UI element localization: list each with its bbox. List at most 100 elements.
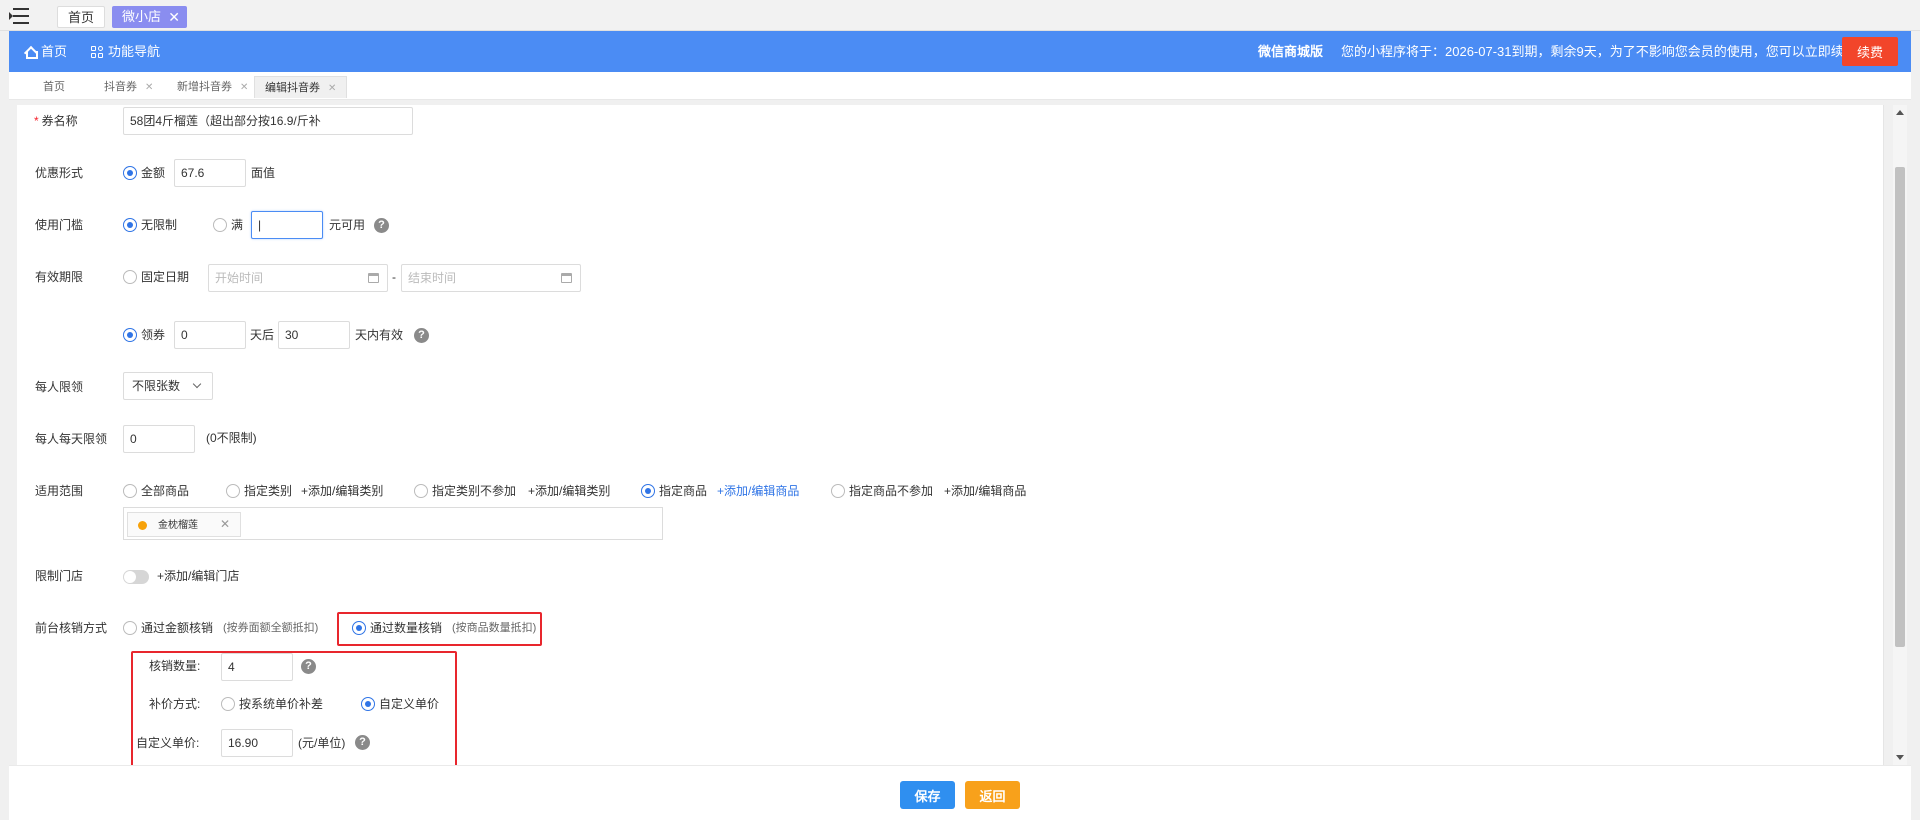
verify-amount-radio[interactable] [123, 621, 137, 635]
page-tab-bar: 首页 抖音券 ✕ 新增抖音券 ✕ 编辑抖音券 ✕ [9, 72, 1911, 100]
scroll-down-icon[interactable] [1896, 755, 1904, 760]
system-price-option: 按系统单价补差 [239, 697, 324, 711]
system-price-radio[interactable] [221, 697, 235, 711]
discount-type-label: 优惠形式 [35, 166, 84, 180]
add-goods-exclude-link[interactable]: +添加/编辑商品 [944, 481, 1026, 501]
help-icon[interactable]: ? [414, 328, 429, 343]
add-category-exclude-link[interactable]: +添加/编辑类别 [528, 481, 610, 501]
tab-new-douyin-coupon[interactable]: 新增抖音券 ✕ [167, 76, 258, 98]
tab-label: 编辑抖音券 [265, 82, 320, 94]
scrollbar[interactable] [1893, 105, 1907, 765]
store-limit-toggle[interactable] [123, 570, 149, 584]
threshold-none-option: 无限制 [141, 218, 178, 232]
close-icon[interactable]: ✕ [328, 83, 336, 94]
scope-category-exclude-radio[interactable] [414, 484, 428, 498]
per-day-input[interactable]: 0 [123, 425, 195, 453]
menu-toggle-icon[interactable] [9, 7, 29, 25]
custom-price-input[interactable]: 16.90 [221, 729, 293, 757]
discount-amount-radio[interactable] [123, 166, 137, 180]
per-person-label: 每人限领 [35, 380, 84, 394]
custom-price-option: 自定义单价 [379, 697, 440, 711]
header-home-label: 首页 [41, 44, 68, 59]
end-date-input[interactable]: 结束时间 [401, 264, 581, 292]
scope-all-option: 全部商品 [141, 484, 190, 498]
threshold-amount-input[interactable]: | [251, 211, 323, 239]
home-icon [24, 46, 38, 59]
scope-goods-exclude-radio[interactable] [831, 484, 845, 498]
window-tab-shop[interactable]: 微小店 ✕ [112, 6, 188, 28]
tab-douyin-coupon[interactable]: 抖音券 ✕ [94, 76, 163, 98]
days-after-input[interactable]: 0 [174, 321, 246, 349]
top-header: 首页 功能导航 微信商城版 您的小程序将于：2026-07-31到期，剩余9天，… [9, 31, 1911, 72]
per-day-hint: (0不限制) [206, 431, 257, 445]
verify-method-label: 前台核销方式 [35, 621, 108, 635]
per-day-label: 每人每天限领 [35, 432, 108, 446]
window-tab-strip: 首页 微小店 ✕ [0, 0, 1920, 31]
price-unit: (元/单位) [298, 736, 346, 750]
status-dot [138, 521, 147, 530]
days-valid-input[interactable]: 30 [278, 321, 350, 349]
expiry-notice: 您的小程序将于：2026-07-31到期，剩余9天，为了不影响您会员的使用，您可… [1341, 44, 1857, 59]
help-icon[interactable]: ? [301, 659, 316, 674]
discount-suffix: 面值 [251, 166, 276, 180]
back-button[interactable]: 返回 [965, 781, 1020, 809]
form-footer: 保存 返回 [9, 765, 1911, 820]
help-icon[interactable]: ? [374, 218, 389, 233]
verify-quantity-input[interactable]: 4 [221, 653, 293, 681]
custom-price-radio[interactable] [361, 697, 375, 711]
start-date-input[interactable]: 开始时间 [208, 264, 388, 292]
add-goods-link[interactable]: +添加/编辑商品 [717, 481, 799, 501]
date-separator: - [392, 270, 396, 284]
verify-quantity-label: 核销数量: [149, 659, 201, 673]
scope-goods-exclude-option: 指定商品不参加 [849, 484, 934, 498]
verify-quantity-radio[interactable] [352, 621, 366, 635]
scrollbar-thumb[interactable] [1895, 167, 1905, 647]
threshold-full-option: 满 [231, 218, 244, 232]
tab-home[interactable]: 首页 [33, 76, 75, 98]
calendar-icon [368, 273, 379, 283]
validity-receive-radio[interactable] [123, 328, 137, 342]
goods-tag-name: 金枕榴莲 [158, 520, 198, 531]
window-tab-home[interactable]: 首页 [57, 6, 106, 28]
close-icon[interactable]: ✕ [168, 6, 180, 28]
save-button[interactable]: 保存 [900, 781, 955, 809]
goods-tag: 金枕榴莲 ✕ [127, 512, 241, 537]
threshold-none-radio[interactable] [123, 218, 137, 232]
close-icon[interactable]: ✕ [240, 82, 248, 93]
discount-amount-option: 金额 [141, 166, 166, 180]
add-store-link[interactable]: +添加/编辑门店 [157, 566, 239, 586]
scope-all-radio[interactable] [123, 484, 137, 498]
header-home-link[interactable]: 首页 [24, 31, 67, 72]
help-icon[interactable]: ? [355, 735, 370, 750]
calendar-icon [561, 273, 572, 283]
grid-icon [91, 45, 103, 58]
divider [1883, 105, 1884, 765]
header-nav-link[interactable]: 功能导航 [91, 31, 160, 72]
selected-goods-box: 金枕榴莲 ✕ [123, 507, 663, 540]
tab-label: 首页 [43, 81, 65, 93]
close-icon[interactable]: ✕ [145, 82, 153, 93]
label-text: 券名称 [41, 114, 78, 128]
add-category-link[interactable]: +添加/编辑类别 [301, 481, 383, 501]
remove-goods-icon[interactable]: ✕ [220, 513, 230, 536]
per-person-select[interactable]: 不限张数 [123, 372, 213, 400]
validity-fixed-option: 固定日期 [141, 270, 190, 284]
scroll-up-icon[interactable] [1896, 110, 1904, 115]
tab-edit-douyin-coupon[interactable]: 编辑抖音券 ✕ [254, 76, 348, 98]
scope-goods-option: 指定商品 [659, 484, 708, 498]
discount-value-input[interactable]: 67.6 [174, 159, 246, 187]
tab-label: 抖音券 [104, 81, 137, 93]
threshold-full-radio[interactable] [213, 218, 227, 232]
validity-label: 有效期限 [35, 270, 84, 284]
renew-button[interactable]: 续费 [1842, 37, 1898, 66]
scope-goods-radio[interactable] [641, 484, 655, 498]
price-mode-label: 补价方式: [149, 697, 201, 711]
scope-label: 适用范围 [35, 484, 84, 498]
coupon-name-label: * 券名称 [34, 114, 78, 128]
days-valid-label: 天内有效 [355, 328, 404, 342]
window-tab-home-label: 首页 [68, 10, 95, 25]
coupon-name-input[interactable]: 58团4斤榴莲（超出部分按16.9/斤补 [123, 107, 413, 135]
threshold-label: 使用门槛 [35, 218, 84, 232]
scope-category-radio[interactable] [226, 484, 240, 498]
validity-fixed-radio[interactable] [123, 270, 137, 284]
